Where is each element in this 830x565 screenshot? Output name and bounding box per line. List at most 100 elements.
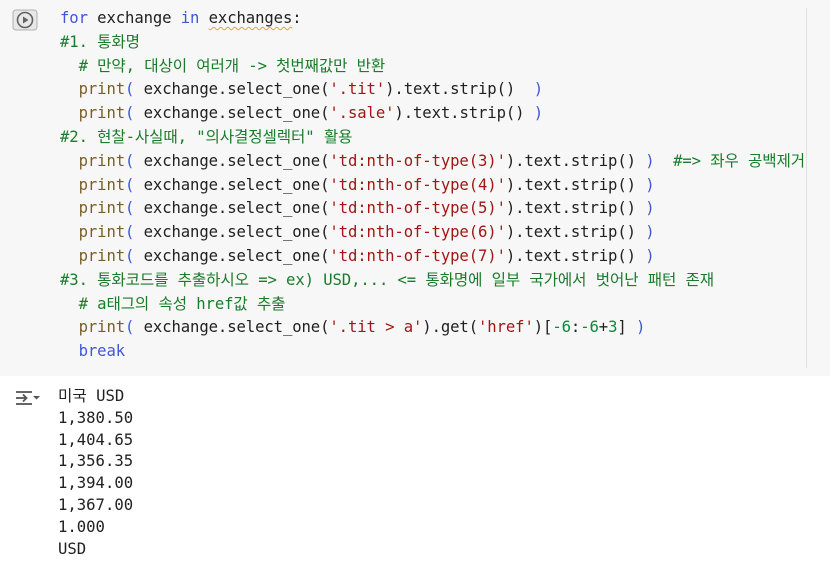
code-line: print( exchange.select_one('.sale').text…: [60, 102, 820, 126]
code-token: ]: [617, 318, 636, 337]
code-token: #1. 통화명: [60, 32, 140, 51]
code-token: exchange: [87, 9, 181, 27]
code-line: print( exchange.select_one('td:nth-of-ty…: [60, 174, 820, 198]
code-token: (: [125, 175, 135, 194]
code-token: '.sale': [329, 104, 395, 123]
code-token: )[: [533, 318, 553, 337]
output-line: 1,380.50: [58, 408, 134, 427]
code-token: ).text.strip(): [505, 199, 646, 218]
code-token: break: [78, 342, 126, 361]
output-line: 1,394.00: [58, 474, 134, 493]
code-token: (: [125, 199, 135, 218]
code-token: print: [78, 246, 126, 265]
code-token: :: [570, 318, 581, 337]
code-line: print( exchange.select_one('td:nth-of-ty…: [60, 245, 820, 269]
code-token: (: [125, 318, 135, 337]
code-token: # a태그의 속성 href값 추출: [78, 294, 286, 313]
code-token: 'td:nth-of-type(5)': [329, 199, 506, 218]
code-token: ): [645, 151, 655, 170]
code-token: (: [125, 246, 135, 265]
code-token: exchange.select_one(: [134, 104, 330, 123]
code-token: exchange.select_one(: [134, 318, 330, 337]
code-token: (: [125, 80, 135, 99]
code-token: ): [645, 199, 655, 218]
code-line: #1. 통화명: [60, 31, 820, 55]
code-token: ): [645, 175, 655, 194]
code-line: #2. 현찰-사실때, "의사결정셀렉터" 활용: [60, 126, 820, 150]
code-token: exchange.select_one(: [134, 151, 330, 170]
code-token: # 만약, 대상이 여러개 -> 첫번째값만 반환: [78, 56, 386, 75]
code-line: break: [60, 340, 820, 364]
code-token: ): [533, 80, 544, 99]
code-token: exchange.select_one(: [134, 223, 330, 242]
code-line: #3. 통화코드를 추출하시오 => ex) USD,... <= 통화명에 일…: [60, 269, 820, 293]
code-token: #2. 현찰-사실때, "의사결정셀렉터" 활용: [60, 127, 353, 146]
code-token: exchange.select_one(: [134, 80, 330, 99]
run-cell-button[interactable]: [12, 9, 38, 31]
code-token: ): [645, 246, 655, 265]
output-line: 1.000: [58, 517, 105, 536]
code-token: for: [60, 9, 88, 27]
code-line: print( exchange.select_one('td:nth-of-ty…: [60, 150, 820, 174]
code-token: exchange.select_one(: [134, 246, 330, 265]
code-token: ).text.strip(): [505, 151, 646, 170]
code-line: print( exchange.select_one('.tit').text.…: [60, 78, 820, 102]
code-token: ).get(: [422, 318, 479, 337]
code-token: print: [78, 175, 126, 194]
output-line: 미국 USD: [58, 387, 125, 405]
code-token: print: [78, 199, 126, 218]
output-collapse-icon: [12, 391, 42, 412]
code-token: exchange.select_one(: [134, 175, 330, 194]
code-token: in: [180, 9, 200, 27]
code-token: ).text.strip(): [505, 246, 646, 265]
code-token: print: [78, 80, 126, 99]
cell-output: 미국 USD 1,380.50 1,404.65 1,356.35 1,394.00 1,…: [58, 386, 133, 560]
code-token: (: [125, 104, 135, 123]
code-editor[interactable]: for exchange in exchanges: #1. 통화명 # 만약, …: [60, 7, 820, 364]
output-line: USD: [58, 539, 87, 558]
code-token: -6: [580, 318, 599, 337]
code-token: exchanges: [208, 9, 293, 27]
code-token: '.tit > a': [329, 318, 423, 337]
code-token: ).text.strip(): [505, 175, 646, 194]
code-token: 'td:nth-of-type(4)': [329, 175, 506, 194]
play-circle-icon: [12, 9, 38, 31]
code-token: (: [125, 151, 135, 170]
code-line: print( exchange.select_one('td:nth-of-ty…: [60, 221, 820, 245]
code-token: -6: [552, 318, 571, 337]
code-line: print( exchange.select_one('.tit > a').g…: [60, 316, 820, 340]
code-token: '.tit': [329, 80, 386, 99]
code-token: #=> 좌우 공백제거: [673, 151, 805, 170]
output-line: 1,356.35: [58, 452, 134, 471]
code-token: ).text.strip(): [385, 80, 534, 99]
code-token: 'td:nth-of-type(6)': [329, 223, 506, 242]
code-token: ): [635, 318, 646, 337]
code-token: 3: [608, 318, 618, 337]
code-token: +: [598, 318, 609, 337]
code-token: :: [292, 9, 302, 27]
code-token: 'href': [478, 318, 534, 337]
code-line: # 만약, 대상이 여러개 -> 첫번째값만 반환: [60, 55, 820, 79]
output-line: 1,367.00: [58, 495, 134, 514]
code-token: exchange.select_one(: [134, 199, 330, 218]
code-line: # a태그의 속성 href값 추출: [60, 293, 820, 317]
code-line: print( exchange.select_one('td:nth-of-ty…: [60, 197, 820, 221]
code-token: 'td:nth-of-type(7)': [329, 246, 506, 265]
code-token: 'td:nth-of-type(3)': [329, 151, 506, 170]
code-token: ).text.strip(): [505, 223, 646, 242]
code-line: for exchange in exchanges:: [60, 7, 820, 31]
code-token: ).text.strip(): [394, 104, 534, 123]
code-token: (: [125, 223, 135, 242]
code-token: ): [533, 104, 544, 123]
code-token: ): [645, 223, 655, 242]
output-toggle-button[interactable]: [12, 388, 42, 408]
code-token: #3. 통화코드를 추출하시오 => ex) USD,... <= 통화명에 일…: [60, 270, 715, 289]
code-cell[interactable]: for exchange in exchanges: #1. 통화명 # 만약, …: [0, 0, 830, 376]
code-token: print: [78, 223, 126, 242]
output-line: 1,404.65: [58, 430, 134, 449]
code-token: print: [78, 104, 126, 123]
code-token: print: [78, 318, 126, 337]
code-token: print: [78, 151, 126, 170]
